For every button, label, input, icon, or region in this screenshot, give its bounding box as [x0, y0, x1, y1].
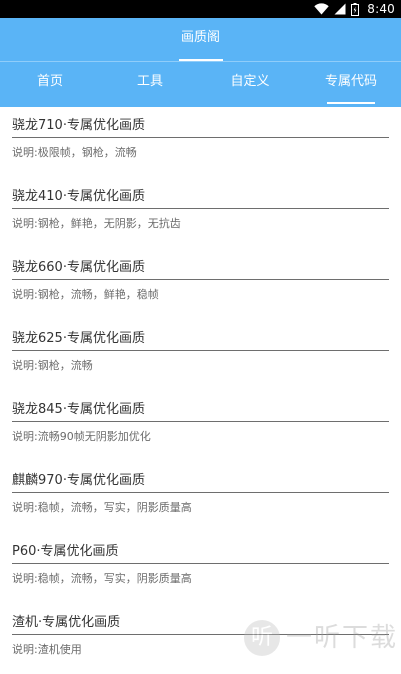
page-title: 画质阁	[180, 30, 220, 45]
item-divider	[12, 492, 389, 493]
battery-icon	[351, 2, 360, 16]
item-title: 麒麟970·专属优化画质	[12, 473, 145, 488]
tab-bar: 首页 工具 自定义 专属代码	[0, 63, 401, 107]
item-title: 骁龙410·专属优化画质	[12, 189, 145, 204]
list-item[interactable]: 骁龙710·专属优化画质 说明:极限帧，钢枪，流畅	[0, 107, 401, 177]
item-divider	[12, 137, 389, 138]
tab-exclusive-code[interactable]: 专属代码	[301, 63, 401, 107]
list-item[interactable]: 骁龙845·专属优化画质 说明:流畅90帧无阴影加优化	[0, 391, 401, 461]
item-description: 说明:钢枪，鲜艳，无阴影，无抗齿	[12, 217, 181, 230]
watermark-text: 一听下载	[286, 623, 399, 653]
tab-label: 专属代码	[324, 74, 377, 89]
item-divider	[12, 421, 389, 422]
tab-custom[interactable]: 自定义	[200, 63, 300, 107]
tab-label: 自定义	[230, 74, 270, 89]
list-item[interactable]: 骁龙625·专属优化画质 说明:钢枪，流畅	[0, 320, 401, 390]
list-item[interactable]: 骁龙660·专属优化画质 说明:钢枪，流畅，鲜艳，稳帧	[0, 249, 401, 319]
item-divider	[12, 563, 389, 564]
item-description: 说明:钢枪，流畅	[12, 359, 93, 372]
item-description: 说明:钢枪，流畅，鲜艳，稳帧	[12, 288, 159, 301]
wifi-icon	[314, 3, 329, 15]
item-title: 骁龙625·专属优化画质	[12, 331, 145, 346]
item-title: P60·专属优化画质	[12, 544, 119, 559]
list-item[interactable]: 麒麟970·专属优化画质 说明:稳帧，流畅，写实，阴影质量高	[0, 462, 401, 532]
status-icons: 8:40	[314, 0, 395, 18]
list-item[interactable]: P60·专属优化画质 说明:稳帧，流畅，写实，阴影质量高	[0, 533, 401, 603]
tab-label: 工具	[136, 74, 163, 89]
item-title: 渣机·专属优化画质	[12, 615, 121, 630]
item-title: 骁龙660·专属优化画质	[12, 260, 145, 275]
app-header: 画质阁 首页 工具 自定义 专属代码	[0, 18, 401, 107]
signal-icon	[334, 3, 346, 15]
list-item[interactable]: 骁龙410·专属优化画质 说明:钢枪，鲜艳，无阴影，无抗齿	[0, 178, 401, 248]
item-description: 说明:流畅90帧无阴影加优化	[12, 430, 151, 443]
status-time: 8:40	[367, 2, 395, 16]
item-description: 说明:稳帧，流畅，写实，阴影质量高	[12, 501, 192, 514]
item-description: 说明:稳帧，流畅，写实，阴影质量高	[12, 572, 192, 585]
item-divider	[12, 208, 389, 209]
tab-active-indicator	[327, 102, 375, 104]
tab-home[interactable]: 首页	[0, 63, 100, 107]
item-title: 骁龙845·专属优化画质	[12, 402, 145, 417]
item-description: 说明:渣机使用	[12, 643, 82, 656]
item-title: 骁龙710·专属优化画质	[12, 118, 145, 133]
item-description: 说明:极限帧，钢枪，流畅	[12, 146, 137, 159]
item-divider	[12, 279, 389, 280]
status-bar: 8:40	[0, 0, 401, 18]
tab-tools[interactable]: 工具	[100, 63, 200, 107]
item-divider	[12, 350, 389, 351]
tab-label: 首页	[36, 74, 63, 89]
header-divider	[0, 61, 401, 62]
watermark-glyph: 听	[250, 625, 273, 650]
watermark-logo: 听 一听下载	[244, 618, 400, 660]
